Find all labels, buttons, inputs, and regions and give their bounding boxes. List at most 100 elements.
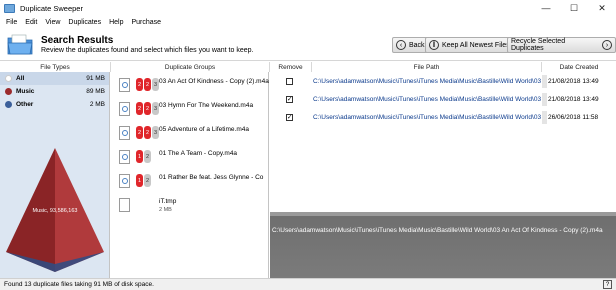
music-file-icon [119,150,130,164]
file-path-cell: C:\Users\adamwatson\Music\iTunes\iTunes … [313,96,541,103]
date-created-cell: 26/06/2018 11:58 [548,114,599,121]
group-size: 2 MB [159,207,172,213]
group-name: 01 Rather Be feat. Jess Glynne - Co [159,174,264,181]
file-preview-pane: C:\Users\adamwatson\Music\iTunes\iTunes … [270,212,616,278]
count-badge: 2 [144,102,151,115]
keep-all-newest-button[interactable]: ‖ Keep All Newest Files [425,37,514,53]
column-divider [542,111,547,124]
group-name: 03 An Act Of Kindness - Copy (2).m4a [159,78,269,85]
file-type-size: 89 MB [86,88,105,95]
count-badge: 2 [144,174,151,187]
menu-file[interactable]: File [2,19,21,26]
recycle-selected-label: Recycle Selected Duplicates [511,38,566,52]
forward-arrow-icon: › [602,40,612,50]
count-badge: 2 [144,150,151,163]
file-types-header[interactable]: File Types [0,62,111,72]
menu-help[interactable]: Help [105,19,127,26]
table-row[interactable]: ✓ C:\Users\adamwatson\Music\iTunes\iTune… [270,111,616,124]
results-header: Search Results Review the duplicates fou… [0,29,616,61]
date-created-header[interactable]: Date Created [542,62,616,72]
music-file-icon [119,78,130,92]
count-badge: 3 [152,78,159,91]
duplicate-groups-header[interactable]: Duplicate Groups [111,62,270,72]
folder-icon [7,34,33,55]
duplicate-group-item[interactable]: 2 2 3 03 Hymn For The Weekend.m4a [111,97,269,121]
all-color-dot [5,75,12,82]
blank-file-icon [119,198,130,212]
group-count-badges: 1 2 [136,174,152,187]
count-badge: 2 [136,102,143,115]
size-pyramid-chart: Music, 93,586,163 [6,148,104,272]
pause-icon: ‖ [429,40,439,50]
file-path-cell: C:\Users\adamwatson\Music\iTunes\iTunes … [313,78,541,85]
menu-edit[interactable]: Edit [21,19,41,26]
count-badge: 3 [152,102,159,115]
status-text: Found 13 duplicate files taking 91 MB of… [4,281,154,288]
menu-bar: File Edit View Duplicates Help Purchase [0,16,616,29]
keep-all-newest-label: Keep All Newest Files [442,41,510,49]
count-badge: 3 [152,126,159,139]
help-icon[interactable]: ? [603,280,612,289]
menu-view[interactable]: View [41,19,64,26]
menu-duplicates[interactable]: Duplicates [64,19,105,26]
minimize-button[interactable]: — [532,0,560,16]
file-path-cell: C:\Users\adamwatson\Music\iTunes\iTunes … [313,114,541,121]
window-controls: — ☐ ✕ [532,0,616,16]
file-type-size: 91 MB [86,75,105,82]
duplicate-group-item[interactable]: 1 2 01 The A Team - Copy.m4a [111,145,269,169]
file-path-header[interactable]: File Path [312,62,542,72]
preview-path: C:\Users\adamwatson\Music\iTunes\iTunes … [272,227,603,234]
file-type-all[interactable]: All 91 MB [0,72,109,85]
count-badge: 2 [136,78,143,91]
group-name: 01 The A Team - Copy.m4a [159,150,238,157]
file-type-music[interactable]: Music 89 MB [0,85,109,98]
date-created-cell: 21/08/2018 13:49 [548,96,599,103]
menu-purchase[interactable]: Purchase [127,19,165,26]
recycle-selected-button[interactable]: Recycle Selected Duplicates › [507,37,616,53]
group-name: 05 Adventure of a Lifetime.m4a [159,126,249,133]
status-bar: Found 13 duplicate files taking 91 MB of… [0,278,616,290]
file-type-size: 2 MB [89,101,105,108]
remove-header[interactable]: Remove [270,62,312,72]
column-divider [542,75,547,88]
music-file-icon [119,126,130,140]
duplicate-group-item[interactable]: iT.tmp 2 MB [111,193,269,217]
count-badge: 1 [136,174,143,187]
remove-checkbox[interactable] [286,78,293,85]
horizontal-scrollbar[interactable] [270,212,616,216]
group-count-badges: 2 2 3 [136,78,160,91]
back-button[interactable]: ‹ Back [392,37,429,53]
table-row[interactable]: C:\Users\adamwatson\Music\iTunes\iTunes … [270,75,616,88]
duplicate-group-item[interactable]: 2 2 3 05 Adventure of a Lifetime.m4a [111,121,269,145]
title-bar: Duplicate Sweeper — ☐ ✕ [0,0,616,16]
date-created-cell: 21/08/2018 13:49 [548,78,599,85]
page-subtitle: Review the duplicates found and select w… [41,47,254,54]
remove-checkbox[interactable]: ✓ [286,96,293,103]
group-name: 03 Hymn For The Weekend.m4a [159,102,254,109]
duplicate-group-item[interactable]: 1 2 01 Rather Be feat. Jess Glynne - Co [111,169,269,193]
file-type-label: All [16,75,25,82]
back-arrow-icon: ‹ [396,40,406,50]
group-name: iT.tmp [159,198,177,205]
maximize-button[interactable]: ☐ [560,0,588,16]
file-type-other[interactable]: Other 2 MB [0,98,109,111]
file-types-panel: All 91 MB Music 89 MB Other 2 MB Music, … [0,72,110,278]
window-title: Duplicate Sweeper [20,3,83,13]
count-badge: 2 [144,78,151,91]
column-divider [542,93,547,106]
duplicate-files-table: C:\Users\adamwatson\Music\iTunes\iTunes … [270,72,616,212]
close-button[interactable]: ✕ [588,0,616,16]
table-row[interactable]: ✓ C:\Users\adamwatson\Music\iTunes\iTune… [270,93,616,106]
group-count-badges: 1 2 [136,150,152,163]
remove-checkbox[interactable]: ✓ [286,114,293,121]
music-file-icon [119,174,130,188]
duplicate-group-item[interactable]: 2 2 3 03 An Act Of Kindness - Copy (2).m… [111,73,269,97]
count-badge: 2 [136,126,143,139]
count-badge: 1 [136,150,143,163]
duplicate-groups-list: 2 2 3 03 An Act Of Kindness - Copy (2).m… [111,72,269,278]
count-badge: 2 [144,126,151,139]
other-color-dot [5,101,12,108]
page-title: Search Results [41,35,114,46]
music-file-icon [119,102,130,116]
music-color-dot [5,88,12,95]
